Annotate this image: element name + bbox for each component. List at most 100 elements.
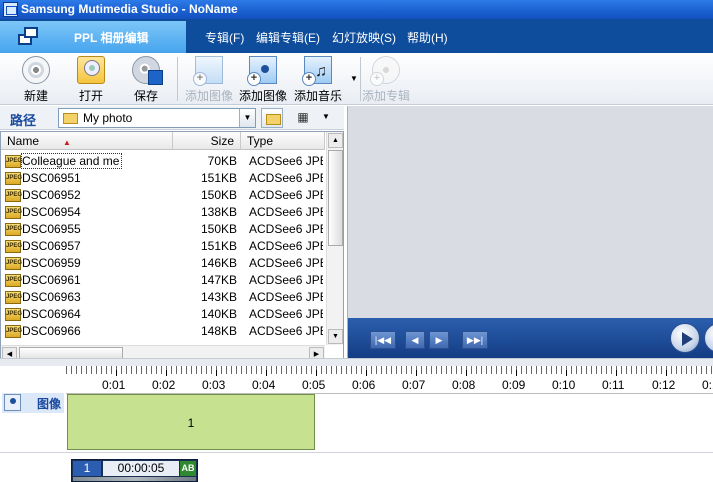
timeline-ruler[interactable]: 0:01 0:02 0:03 0:04 0:05 0:06 0:07 0:08 0:09 0:10…: [66, 366, 713, 394]
file-row[interactable]: JPEGDSC06954 138KB ACDSee6 JPEG: [1, 204, 325, 221]
play-icon[interactable]: [670, 323, 700, 353]
ruler-major-tick: [216, 370, 217, 376]
jpeg-file-icon: JPEG: [5, 240, 22, 253]
file-type: ACDSee6 JPEG: [249, 171, 323, 185]
panel-divider[interactable]: [0, 358, 713, 366]
file-size: 143KB: [200, 290, 237, 304]
open-label: 打开: [78, 89, 103, 103]
view-mode-dropdown-icon[interactable]: ▼: [322, 112, 330, 121]
thumbnail-index: 1: [73, 461, 101, 476]
file-row[interactable]: JPEGDSC06957 151KB ACDSee6 JPEG: [1, 238, 325, 255]
ruler-tick-label: 0:12: [652, 378, 676, 392]
ruler-tick-label: 0:08: [452, 378, 476, 392]
add-music-dropdown-icon[interactable]: ▼: [350, 74, 358, 83]
toolbar-separator: [360, 57, 361, 101]
menu-slideshow[interactable]: 幻灯放映(S): [332, 29, 396, 46]
file-row[interactable]: JPEGDSC06952 150KB ACDSee6 JPEG: [1, 187, 325, 204]
mode-tab-ppl-album[interactable]: PPL 相册编辑: [0, 21, 186, 53]
preview-screen: [348, 106, 713, 318]
add-album-button: 添加专辑: [362, 56, 410, 104]
file-type: ACDSee6 JPEG: [249, 290, 323, 304]
new-disc-icon: [22, 56, 50, 84]
jpeg-file-icon: JPEG: [5, 325, 22, 338]
scroll-thumb[interactable]: [328, 150, 343, 246]
scroll-up-icon[interactable]: ▲: [328, 133, 343, 148]
column-name-label: Name: [7, 134, 40, 148]
add-album-label: 添加专辑: [362, 89, 411, 103]
next-button[interactable]: ▶: [429, 331, 449, 349]
file-size: 150KB: [200, 188, 237, 202]
stop-icon[interactable]: [704, 323, 713, 353]
save-button[interactable]: 保存: [130, 56, 163, 104]
jpeg-file-icon: JPEG: [5, 155, 22, 168]
timeline-clip[interactable]: 1: [67, 394, 315, 450]
file-list-header: Name ▲ Size Type: [1, 132, 325, 150]
image-track-label: 图像: [37, 397, 62, 411]
add-music-icon: [302, 56, 332, 86]
last-button[interactable]: ▶▶|: [462, 331, 488, 349]
file-row[interactable]: JPEGDSC06955 150KB ACDSee6 JPEG: [1, 221, 325, 238]
file-size: 148KB: [200, 324, 237, 338]
column-size[interactable]: Size: [173, 132, 241, 150]
open-folder-icon: [77, 56, 105, 84]
ruler-tick-label: 0:07: [402, 378, 426, 392]
file-size: 138KB: [200, 205, 237, 219]
file-row[interactable]: JPEGDSC06966 148KB ACDSee6 JPEG: [1, 323, 325, 340]
ruler-tick-label: 0:09: [502, 378, 526, 392]
file-row[interactable]: JPEGDSC06963 143KB ACDSee6 JPEG: [1, 289, 325, 306]
column-type[interactable]: Type: [241, 132, 325, 150]
file-size: 70KB: [207, 154, 237, 168]
storyboard-separator: [0, 452, 713, 453]
view-mode-icon[interactable]: ▦: [292, 108, 314, 128]
file-row[interactable]: JPEGColleague and me 70KB ACDSee6 JPEG: [1, 153, 325, 170]
jpeg-file-icon: JPEG: [5, 172, 22, 185]
jpeg-file-icon: JPEG: [5, 308, 22, 321]
add-photo-icon: [193, 56, 223, 86]
image-track-header[interactable]: 图像: [2, 393, 64, 413]
add-image-label: 添加图像: [239, 89, 288, 103]
file-row[interactable]: JPEGDSC06961 147KB ACDSee6 JPEG: [1, 272, 325, 289]
ruler-tick-label: 0:01: [102, 378, 126, 392]
path-dropdown[interactable]: My photo ▼: [58, 108, 256, 128]
file-type: ACDSee6 JPEG: [249, 222, 323, 236]
ruler-major-tick: [266, 370, 267, 376]
file-size: 151KB: [200, 171, 237, 185]
file-type: ACDSee6 JPEG: [249, 154, 323, 168]
add-image-button[interactable]: 添加图像: [239, 56, 287, 104]
file-name: DSC06966: [22, 324, 81, 338]
new-button[interactable]: 新建: [20, 56, 52, 104]
up-folder-button[interactable]: [261, 108, 283, 128]
ruler-tick-label: 0:05: [302, 378, 326, 392]
ruler-tick-label: 0:11: [602, 378, 625, 392]
jpeg-file-icon: JPEG: [5, 206, 22, 219]
folder-icon: [63, 113, 78, 124]
jpeg-file-icon: JPEG: [5, 274, 22, 287]
file-type: ACDSee6 JPEG: [249, 324, 323, 338]
preview-panel: |◀◀ ◀ ▶ ▶▶|: [347, 106, 713, 358]
file-type: ACDSee6 JPEG: [249, 205, 323, 219]
file-row[interactable]: JPEGDSC06951 151KB ACDSee6 JPEG: [1, 170, 325, 187]
jpeg-file-icon: JPEG: [5, 257, 22, 270]
file-name: DSC06963: [22, 290, 81, 304]
chevron-down-icon[interactable]: ▼: [239, 109, 255, 127]
clip-label: 1: [187, 416, 195, 430]
thumbnail-duration: 00:00:05: [103, 461, 179, 476]
file-row[interactable]: JPEGDSC06964 140KB ACDSee6 JPEG: [1, 306, 325, 323]
add-music-button[interactable]: 添加音乐: [294, 56, 342, 104]
column-name[interactable]: Name ▲: [1, 132, 173, 150]
menu-help[interactable]: 帮助(H): [407, 29, 448, 46]
open-button[interactable]: 打开: [75, 56, 107, 104]
file-row[interactable]: JPEGDSC06959 146KB ACDSee6 JPEG: [1, 255, 325, 272]
menu-edit-album[interactable]: 编辑专辑(E): [256, 29, 320, 46]
ruler-major-tick: [366, 370, 367, 376]
ruler-major-tick: [166, 370, 167, 376]
scroll-down-icon[interactable]: ▼: [328, 329, 343, 344]
prev-button[interactable]: ◀: [405, 331, 425, 349]
file-size: 147KB: [200, 273, 237, 287]
toolbar: 新建 打开 保存 添加图像 添加图像 添加音乐 ▼ 添加专辑: [0, 53, 713, 105]
menu-bar: PPL 相册编辑 专辑(F) 编辑专辑(E) 幻灯放映(S) 帮助(H): [0, 19, 713, 53]
storyboard-thumbnail[interactable]: 1 00:00:05 AB: [71, 459, 198, 482]
first-button[interactable]: |◀◀: [370, 331, 396, 349]
menu-album[interactable]: 专辑(F): [205, 29, 244, 46]
vertical-scrollbar[interactable]: ▲ ▼: [326, 132, 343, 345]
